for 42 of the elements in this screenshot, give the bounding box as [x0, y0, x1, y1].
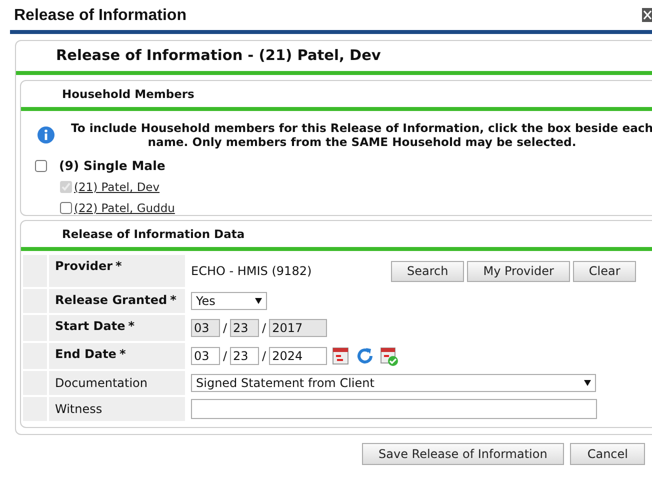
footer-button[interactable]: Cancel	[570, 443, 645, 465]
field-label: End Date	[55, 347, 116, 361]
date-separator: /	[223, 349, 228, 363]
caret-icon	[255, 298, 262, 304]
provider-button[interactable]: Clear	[572, 260, 636, 282]
member-link[interactable]: (22) Patel, Guddu	[74, 201, 175, 215]
required-mark: *	[170, 293, 176, 307]
required-mark: *	[128, 319, 135, 333]
caret-icon	[584, 380, 591, 386]
year-field[interactable]: 2024	[269, 347, 328, 365]
day-field[interactable]: 23	[230, 347, 260, 365]
witness-field[interactable]	[191, 399, 597, 419]
calendar-check-icon[interactable]	[379, 346, 400, 366]
select-field[interactable]: Yes	[191, 292, 267, 310]
refresh-icon[interactable]	[355, 346, 376, 366]
select-field[interactable]: Signed Statement from Client	[191, 374, 596, 392]
calendar-icon[interactable]	[331, 346, 352, 366]
required-mark: *	[116, 259, 122, 273]
field-label: Release Granted	[55, 293, 168, 307]
field-label: Provider	[55, 259, 113, 273]
month-field[interactable]: 03	[191, 347, 220, 365]
form-heading: Release of Information - (21) Patel, Dev	[56, 48, 381, 64]
provider-button[interactable]: Search	[391, 260, 464, 282]
section-heading: Household Members	[62, 87, 194, 101]
provider-value: ECHO - HMIS (9182)	[191, 264, 313, 278]
footer-button[interactable]: Save Release of Information	[362, 443, 564, 465]
field-label: Start Date	[55, 319, 126, 333]
date-separator: /	[262, 349, 266, 363]
section-heading: Release of Information Data	[62, 227, 245, 241]
dialog-title: Release of Information	[14, 7, 186, 25]
required-mark: *	[119, 347, 126, 361]
date-separator: /	[262, 321, 266, 335]
date-separator: /	[223, 321, 228, 335]
field-label: Documentation	[55, 376, 148, 390]
field-label: Witness	[55, 402, 102, 416]
info-text: To include Household members for this Release of Information, click the box beside each name. Only members from the SAME Household may be selected.	[70, 121, 652, 149]
provider-button[interactable]: My Provider	[467, 260, 570, 282]
member-checkbox[interactable]	[60, 202, 72, 214]
info-icon	[37, 126, 55, 144]
group-checkbox[interactable]	[35, 160, 47, 172]
close-icon[interactable]	[642, 8, 652, 22]
household-label: (9) Single Male	[59, 158, 166, 173]
